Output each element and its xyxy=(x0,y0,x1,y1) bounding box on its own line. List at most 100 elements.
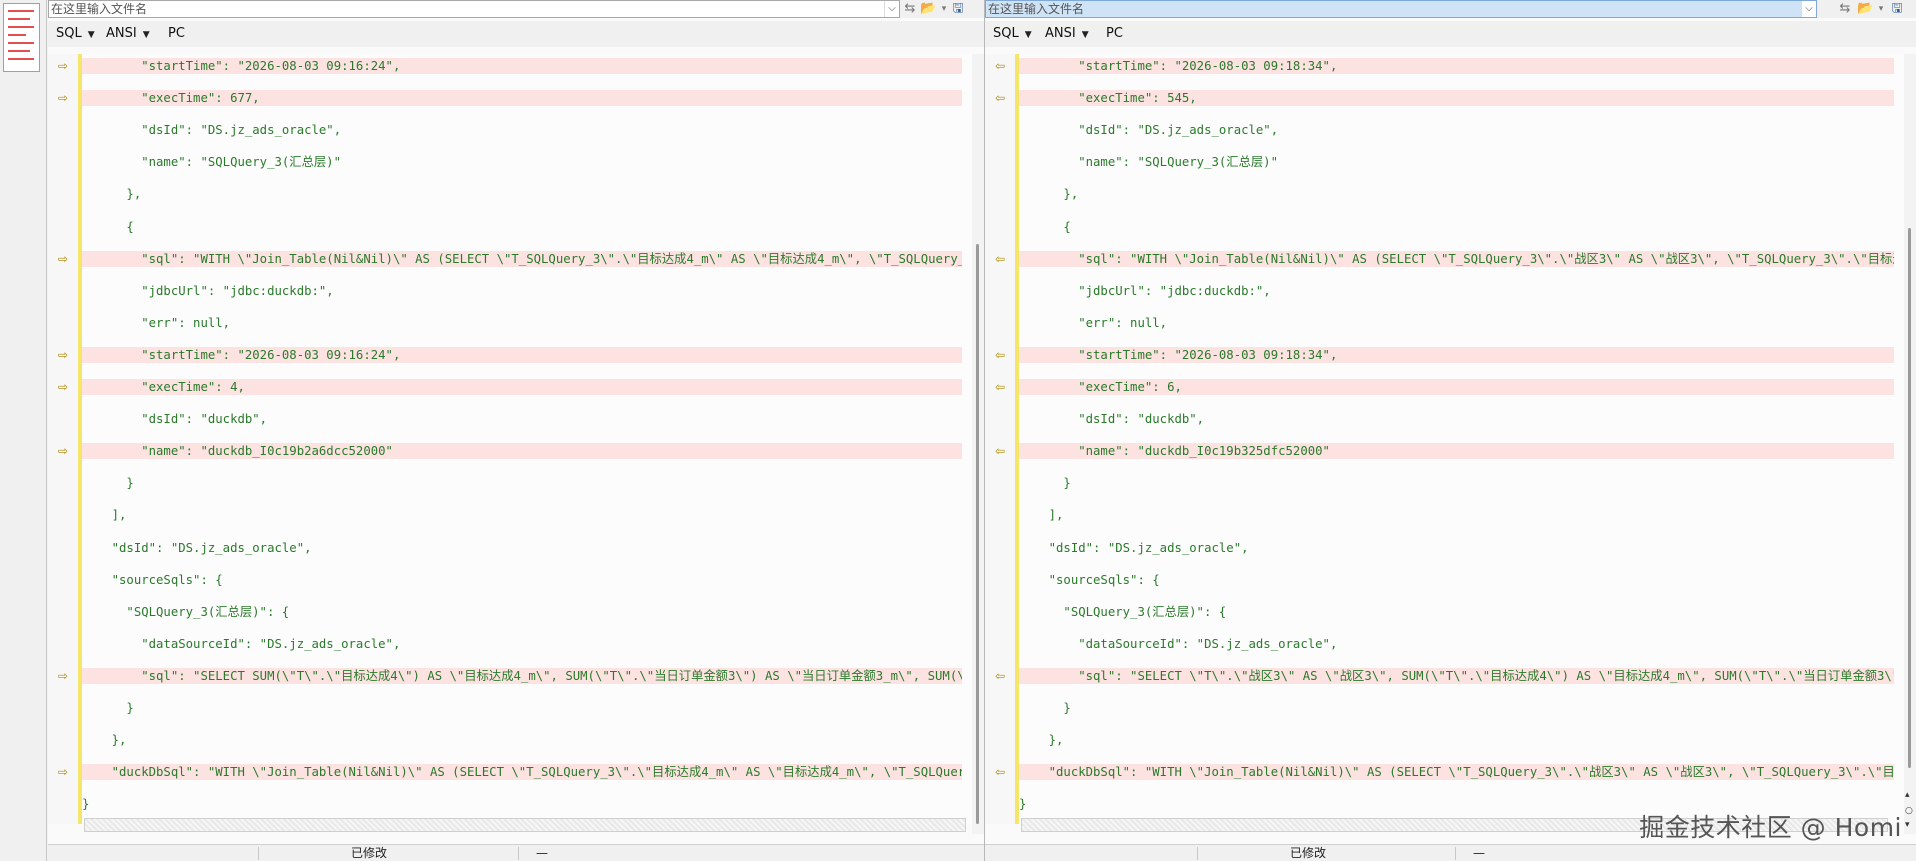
code-line[interactable]: "dataSourceId": "DS.jz_ads_oracle", xyxy=(82,636,962,652)
code-line[interactable]: "sql": "SELECT \"T\".\"战区3\" AS \"战区3\",… xyxy=(1019,668,1894,684)
chevron-down-icon: ▼ xyxy=(142,30,150,40)
code-line[interactable]: "sourceSqls": { xyxy=(82,572,962,588)
arrow-right-icon[interactable]: ⇨ xyxy=(58,381,72,393)
save-icon[interactable]: 🖫 xyxy=(1889,1,1905,17)
code-line[interactable]: "jdbcUrl": "jdbc:duckdb:", xyxy=(1019,283,1894,299)
code-line[interactable]: "startTime": "2026-08-03 09:16:24", xyxy=(82,58,962,74)
code-line[interactable]: }, xyxy=(1019,186,1894,202)
code-line[interactable]: "name": "SQLQuery_3(汇总层)" xyxy=(82,154,962,170)
arrow-right-icon[interactable]: ⇨ xyxy=(58,766,72,778)
code-line[interactable]: "dsId": "DS.jz_ads_oracle", xyxy=(1019,540,1894,556)
code-line[interactable]: "SQLQuery_3(汇总层)": { xyxy=(1019,604,1894,620)
encoding-dropdown[interactable]: ANSI ▼ xyxy=(1045,21,1089,48)
chevron-down-icon: ▼ xyxy=(1024,30,1032,40)
code-line[interactable]: "execTime": 4, xyxy=(82,379,962,395)
right-code-view[interactable]: "startTime": "2026-08-03 09:18:34", ⇦ "ex… xyxy=(985,54,1916,824)
right-pane: 在这里输入文件名 ⌵ ⇆ 📂 ▾ 🖫 SQL ▼ ANSI ▼ PC "startT… xyxy=(985,0,1916,861)
code-line[interactable]: "duckDbSql": "WITH \"Join_Table(Nil&Nil)… xyxy=(1019,764,1894,780)
code-line[interactable]: "err": null, xyxy=(1019,315,1894,331)
code-line[interactable]: "sql": "WITH \"Join_Table(Nil&Nil)\" AS … xyxy=(1019,251,1894,267)
arrow-left-icon[interactable]: ⇦ xyxy=(995,445,1009,457)
scroll-down-icon[interactable]: ▾ xyxy=(1905,820,1910,830)
code-line[interactable]: "execTime": 545, xyxy=(1019,90,1894,106)
syntax-mode-dropdown[interactable]: SQL ▼ xyxy=(993,21,1032,48)
arrow-right-icon[interactable]: ⇨ xyxy=(58,253,72,265)
code-line[interactable]: }, xyxy=(1019,732,1894,748)
code-line[interactable]: } xyxy=(82,796,962,812)
code-line[interactable]: { xyxy=(82,219,962,235)
code-line[interactable]: } xyxy=(1019,475,1894,491)
code-line[interactable]: { xyxy=(1019,219,1894,235)
arrow-left-icon[interactable]: ⇦ xyxy=(995,253,1009,265)
status-dash: — xyxy=(536,846,548,860)
code-line[interactable]: "dataSourceId": "DS.jz_ads_oracle", xyxy=(1019,636,1894,652)
chevron-down-icon[interactable]: ▾ xyxy=(1873,1,1889,17)
folder-open-icon[interactable]: 📂 xyxy=(920,1,936,17)
code-line[interactable]: ], xyxy=(82,507,962,523)
arrow-left-icon[interactable]: ⇦ xyxy=(995,60,1009,72)
scroll-up-icon[interactable]: ▴ xyxy=(1905,790,1910,800)
arrow-left-icon[interactable]: ⇦ xyxy=(995,92,1009,104)
arrow-right-icon[interactable]: ⇨ xyxy=(58,445,72,457)
scroll-target-icon[interactable]: ○ xyxy=(1905,806,1913,816)
swap-icon[interactable]: ⇆ xyxy=(1837,1,1853,17)
code-line[interactable]: "duckDbSql": "WITH \"Join_Table(Nil&Nil)… xyxy=(82,764,962,780)
arrow-left-icon[interactable]: ⇦ xyxy=(995,766,1009,778)
code-line[interactable]: }, xyxy=(82,732,962,748)
left-file-input[interactable]: 在这里输入文件名 ⌵ xyxy=(48,0,900,18)
code-line[interactable]: "startTime": "2026-08-03 09:18:34", xyxy=(1019,347,1894,363)
code-line[interactable]: "sourceSqls": { xyxy=(1019,572,1894,588)
syntax-mode-label: SQL xyxy=(56,26,82,41)
code-line[interactable]: "dsId": "DS.jz_ads_oracle", xyxy=(82,122,962,138)
left-file-placeholder: 在这里输入文件名 xyxy=(51,2,148,16)
arrow-left-icon[interactable]: ⇦ xyxy=(995,670,1009,682)
arrow-left-icon[interactable]: ⇦ xyxy=(995,381,1009,393)
overview-strip[interactable] xyxy=(0,0,47,861)
code-line[interactable]: "dsId": "DS.jz_ads_oracle", xyxy=(82,540,962,556)
file-bar: 在这里输入文件名 ⌵ ⇆ 📂 ▾ 🖫 xyxy=(48,0,984,18)
code-line[interactable]: "name": "SQLQuery_3(汇总层)" xyxy=(1019,154,1894,170)
right-file-input[interactable]: 在这里输入文件名 ⌵ xyxy=(985,0,1817,18)
line-ending-label[interactable]: PC xyxy=(1106,21,1123,47)
encoding-dropdown[interactable]: ANSI ▼ xyxy=(106,21,150,48)
arrow-right-icon[interactable]: ⇨ xyxy=(58,670,72,682)
chevron-down-icon[interactable]: ⌵ xyxy=(1801,1,1816,17)
code-line[interactable]: "dsId": "DS.jz_ads_oracle", xyxy=(1019,122,1894,138)
arrow-right-icon[interactable]: ⇨ xyxy=(58,349,72,361)
code-line[interactable]: ], xyxy=(1019,507,1894,523)
mode-bar: SQL ▼ ANSI ▼ PC xyxy=(985,21,1916,47)
folder-open-icon[interactable]: 📂 xyxy=(1857,1,1873,17)
code-line[interactable]: "execTime": 677, xyxy=(82,90,962,106)
chevron-down-icon[interactable]: ⌵ xyxy=(884,1,899,17)
left-code-view[interactable]: "startTime": "2026-08-03 09:16:24", ⇨ "ex… xyxy=(48,54,984,824)
code-line[interactable]: } xyxy=(82,475,962,491)
swap-icon[interactable]: ⇆ xyxy=(902,1,918,17)
line-ending-label[interactable]: PC xyxy=(168,21,185,47)
right-vertical-scrollbar[interactable]: ▴ ○ ▾ xyxy=(1904,54,1916,834)
left-vertical-scrollbar[interactable] xyxy=(972,54,984,834)
code-line[interactable]: "dsId": "duckdb", xyxy=(1019,411,1894,427)
diff-overview-map[interactable] xyxy=(3,3,40,72)
arrow-right-icon[interactable]: ⇨ xyxy=(58,60,72,72)
code-line[interactable]: "name": "duckdb_I0c19b2a6dcc52000" xyxy=(82,443,962,459)
encoding-label: ANSI xyxy=(106,26,137,41)
code-line[interactable]: "jdbcUrl": "jdbc:duckdb:", xyxy=(82,283,962,299)
code-line[interactable]: "name": "duckdb_I0c19b325dfc52000" xyxy=(1019,443,1894,459)
code-line[interactable]: "SQLQuery_3(汇总层)": { xyxy=(82,604,962,620)
mode-bar: SQL ▼ ANSI ▼ PC xyxy=(48,21,984,47)
arrow-right-icon[interactable]: ⇨ xyxy=(58,92,72,104)
code-line[interactable]: } xyxy=(1019,700,1894,716)
code-line[interactable]: "startTime": "2026-08-03 09:16:24", xyxy=(82,347,962,363)
code-line[interactable]: } xyxy=(82,700,962,716)
code-line[interactable]: "sql": "SELECT SUM(\"T\".\"目标达成4\") AS \… xyxy=(82,668,962,684)
syntax-mode-dropdown[interactable]: SQL ▼ xyxy=(56,21,95,48)
code-line[interactable]: "startTime": "2026-08-03 09:18:34", xyxy=(1019,58,1894,74)
code-line[interactable]: "dsId": "duckdb", xyxy=(82,411,962,427)
code-line[interactable]: "err": null, xyxy=(82,315,962,331)
code-line[interactable]: "execTime": 6, xyxy=(1019,379,1894,395)
save-icon[interactable]: 🖫 xyxy=(950,1,966,17)
code-line[interactable]: "sql": "WITH \"Join_Table(Nil&Nil)\" AS … xyxy=(82,251,962,267)
code-line[interactable]: }, xyxy=(82,186,962,202)
left-horizontal-scrollbar[interactable] xyxy=(84,818,966,832)
arrow-left-icon[interactable]: ⇦ xyxy=(995,349,1009,361)
